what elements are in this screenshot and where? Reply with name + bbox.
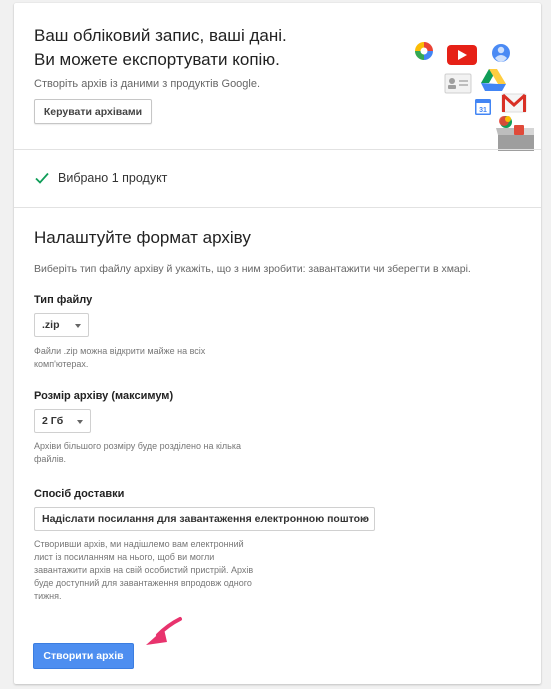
page-title: Ваш обліковий запис, ваші дані. Ви может… (34, 24, 364, 72)
check-icon (35, 172, 49, 184)
takeout-card: Ваш обліковий запис, ваші дані. Ви может… (14, 3, 541, 684)
create-archive-button[interactable]: Створити архів (33, 643, 134, 669)
delivery-method-select[interactable]: Надіслати посилання для завантаження еле… (34, 507, 375, 531)
archive-size-hint-line: Архіви більшого розміру буде розділено н… (34, 441, 241, 451)
chevron-down-icon (361, 518, 367, 522)
archive-size-value: 2 Гб (42, 415, 64, 427)
archive-size-hint: Архіви більшого розміру буде розділено н… (34, 440, 241, 466)
delivery-hint-line: буде доступний для завантаження впродовж… (34, 578, 252, 588)
contacts-icon (444, 73, 472, 94)
archive-size-label: Розмір архіву (максимум) (34, 390, 174, 402)
selected-products-row: Вибрано 1 продукт (34, 168, 167, 188)
archive-size-select[interactable]: 2 Гб (34, 409, 91, 433)
delivery-method-label: Спосіб доставки (34, 488, 125, 500)
title-line-2: Ви можете експортувати копію. (34, 50, 280, 69)
title-line-1: Ваш обліковий запис, ваші дані. (34, 26, 287, 45)
selected-products-text: Вибрано 1 продукт (58, 171, 168, 185)
calendar-icon: 31 (475, 99, 491, 115)
delivery-method-value: Надіслати посилання для завантаження еле… (42, 513, 369, 525)
archive-size-hint-line: файлів. (34, 454, 66, 464)
calendar-day-label: 31 (479, 107, 487, 114)
file-type-value: .zip (42, 319, 60, 331)
file-type-label: Тип файлу (34, 294, 93, 306)
file-type-select[interactable]: .zip (34, 313, 89, 337)
annotation-arrow-icon (146, 617, 182, 645)
delivery-hint-line: завантажити архів на свій особистий прис… (34, 565, 254, 575)
divider-top (14, 149, 541, 150)
archive-box-icon (496, 125, 534, 151)
drive-icon (481, 69, 506, 91)
products-illustration: 31 (415, 42, 534, 151)
chevron-down-icon (77, 420, 83, 424)
photos-icon (415, 42, 433, 60)
file-type-hint-line: комп'ютерах. (34, 359, 89, 369)
delivery-hint-line: лист із посиланням на нього, щоб ви могл… (34, 552, 215, 562)
delivery-method-hint: Створивши архів, ми надішлемо вам електр… (34, 538, 253, 603)
youtube-icon (447, 45, 477, 65)
account-icon (492, 44, 510, 62)
format-section-title: Налаштуйте формат архіву (34, 228, 251, 247)
file-type-hint-line: Файли .zip можна відкрити майже на всіх (34, 346, 206, 356)
header-subtitle: Створіть архів із даними з продуктів Goo… (34, 78, 261, 90)
chevron-down-icon (75, 324, 81, 328)
delivery-hint-line: Створивши архів, ми надішлемо вам електр… (34, 539, 244, 549)
gmail-icon (501, 93, 527, 113)
format-section-description: Виберіть тип файлу архіву й укажіть, що … (34, 263, 471, 275)
manage-archives-button[interactable]: Керувати архівами (34, 99, 152, 124)
file-type-hint: Файли .zip можна відкрити майже на всіх … (34, 345, 205, 371)
divider-middle (14, 207, 541, 208)
header-section: Ваш обліковий запис, ваші дані. Ви может… (14, 3, 541, 151)
hangouts-icon (499, 116, 512, 128)
delivery-hint-line: тижня. (34, 591, 62, 601)
